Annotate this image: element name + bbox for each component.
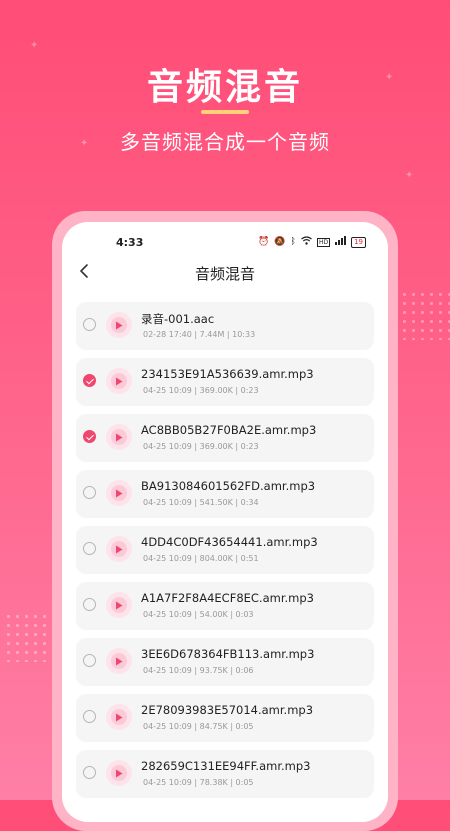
promo-subtitle: 多音频混合成一个音频 xyxy=(120,130,330,154)
list-item[interactable]: 282659C131EE94FF.amr.mp3 04-25 10:09 | 78… xyxy=(76,750,374,798)
file-meta: 04-25 10:09 | 84.75K | 0:05 xyxy=(143,722,254,731)
file-meta: 04-25 10:09 | 369.00K | 0:23 xyxy=(143,442,259,451)
list-item[interactable]: 4DD4C0DF43654441.amr.mp3 04-25 10:09 | 80… xyxy=(76,526,374,574)
play-button[interactable] xyxy=(106,424,132,450)
play-button[interactable] xyxy=(106,704,132,730)
nav-bar: 音频混音 xyxy=(62,258,388,288)
phone-screen: 4:33 ⏰ 🔕 ᛒ HD 19 音频混音 录音-001.aac 02-28 17… xyxy=(62,222,388,822)
file-name: 4DD4C0DF43654441.amr.mp3 xyxy=(141,535,318,549)
file-meta: 04-25 10:09 | 369.00K | 0:23 xyxy=(143,386,259,395)
list-item[interactable]: BA913084601562FD.amr.mp3 04-25 10:09 | 54… xyxy=(76,470,374,518)
file-meta: 04-25 10:09 | 78.38K | 0:05 xyxy=(143,778,254,787)
sparkle-icon: ✦ xyxy=(405,170,414,181)
battery-icon: 19 xyxy=(351,236,366,248)
select-checkbox[interactable] xyxy=(83,654,96,667)
play-icon xyxy=(111,709,127,725)
list-item[interactable]: 2E78093983E57014.amr.mp3 04-25 10:09 | 84… xyxy=(76,694,374,742)
list-item[interactable]: 3EE6D678364FB113.amr.mp3 04-25 10:09 | 93… xyxy=(76,638,374,686)
play-icon xyxy=(111,485,127,501)
sparkle-icon: ✦ xyxy=(30,40,39,51)
file-meta: 02-28 17:40 | 7.44M | 10:33 xyxy=(143,330,256,339)
play-button[interactable] xyxy=(106,480,132,506)
file-name: 234153E91A536639.amr.mp3 xyxy=(141,367,314,381)
play-icon xyxy=(111,541,127,557)
dot-pattern xyxy=(400,290,450,340)
play-icon xyxy=(111,765,127,781)
play-button[interactable] xyxy=(106,536,132,562)
promo-headline: 音频混音 xyxy=(146,67,303,108)
bluetooth-icon: ᛒ xyxy=(290,237,296,247)
play-icon xyxy=(111,373,127,389)
play-button[interactable] xyxy=(106,648,132,674)
hd-icon: HD xyxy=(316,237,331,247)
select-checkbox[interactable] xyxy=(83,542,96,555)
play-icon xyxy=(111,429,127,445)
file-name: BA913084601562FD.amr.mp3 xyxy=(141,479,316,493)
select-checkbox[interactable] xyxy=(83,598,96,611)
mute-icon: 🔕 xyxy=(274,237,286,247)
play-icon xyxy=(111,597,127,613)
wifi-icon xyxy=(301,236,312,248)
file-name: 录音-001.aac xyxy=(141,312,215,326)
select-checkbox[interactable] xyxy=(83,486,96,499)
select-checkbox[interactable] xyxy=(83,430,96,443)
status-time: 4:33 xyxy=(116,236,144,249)
select-checkbox[interactable] xyxy=(83,318,96,331)
file-name: 3EE6D678364FB113.amr.mp3 xyxy=(141,647,315,661)
dot-pattern xyxy=(4,612,54,662)
play-button[interactable] xyxy=(106,368,132,394)
headline-underline xyxy=(201,110,249,114)
file-name: AC8BB05B27F0BA2E.amr.mp3 xyxy=(141,423,317,437)
file-meta: 04-25 10:09 | 54.00K | 0:03 xyxy=(143,610,254,619)
file-name: A1A7F2F8A4ECF8EC.amr.mp3 xyxy=(141,591,314,605)
play-icon xyxy=(111,653,127,669)
list-item[interactable]: 录音-001.aac 02-28 17:40 | 7.44M | 10:33 xyxy=(76,302,374,350)
status-bar: 4:33 ⏰ 🔕 ᛒ HD 19 xyxy=(62,234,388,250)
nav-title: 音频混音 xyxy=(194,265,255,283)
signal-icon xyxy=(335,236,347,248)
alarm-icon: ⏰ xyxy=(258,237,270,247)
file-list: 录音-001.aac 02-28 17:40 | 7.44M | 10:33 234… xyxy=(76,302,374,806)
status-icons: ⏰ 🔕 ᛒ HD 19 xyxy=(258,236,366,248)
file-meta: 04-25 10:09 | 541.50K | 0:34 xyxy=(143,498,259,507)
play-button[interactable] xyxy=(106,312,132,338)
list-item[interactable]: A1A7F2F8A4ECF8EC.amr.mp3 04-25 10:09 | 54… xyxy=(76,582,374,630)
select-checkbox[interactable] xyxy=(83,374,96,387)
file-name: 2E78093983E57014.amr.mp3 xyxy=(141,703,314,717)
play-icon xyxy=(111,317,127,333)
file-meta: 04-25 10:09 | 93.75K | 0:06 xyxy=(143,666,254,675)
play-button[interactable] xyxy=(106,592,132,618)
select-checkbox[interactable] xyxy=(83,766,96,779)
file-meta: 04-25 10:09 | 804.00K | 0:51 xyxy=(143,554,259,563)
play-button[interactable] xyxy=(106,760,132,786)
list-item[interactable]: AC8BB05B27F0BA2E.amr.mp3 04-25 10:09 | 36… xyxy=(76,414,374,462)
select-checkbox[interactable] xyxy=(83,710,96,723)
file-name: 282659C131EE94FF.amr.mp3 xyxy=(141,759,311,773)
list-item[interactable]: 234153E91A536639.amr.mp3 04-25 10:09 | 36… xyxy=(76,358,374,406)
